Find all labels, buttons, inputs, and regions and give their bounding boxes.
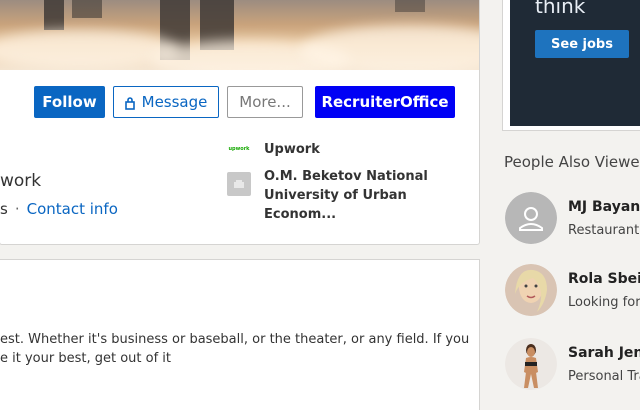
recruiter-office-button[interactable]: RecruiterOffice [315, 86, 455, 118]
person-subtitle: Personal Tra [568, 369, 640, 384]
person-name: Rola Sbeit [568, 271, 640, 287]
see-jobs-button[interactable]: See jobs [535, 30, 629, 58]
more-actions-button[interactable]: More... [227, 86, 303, 118]
ad-text: think [535, 0, 586, 18]
contact-info-link[interactable]: Contact info [27, 200, 118, 218]
school-name: O.M. Beketov National University of Urba… [264, 169, 428, 222]
ad-card [503, 0, 640, 130]
profile-banner-image [0, 0, 479, 70]
upwork-logo-icon: upwork [228, 146, 250, 152]
profile-photo-icon [505, 338, 557, 390]
about-summary-text: est. Whether it's business or baseball, … [0, 330, 469, 368]
about-line: est. Whether it's business or baseball, … [0, 332, 470, 347]
company-name: Upwork [264, 141, 320, 157]
education-school[interactable]: O.M. Beketov National University of Urba… [227, 167, 464, 224]
ad-background [510, 0, 640, 126]
message-button[interactable]: Message [113, 86, 219, 118]
person-subtitle: Looking for [568, 295, 640, 310]
avatar [505, 192, 557, 244]
profile-headline: work [0, 171, 42, 191]
school-logo-icon [227, 172, 251, 196]
separator-dot: · [14, 200, 20, 218]
profile-meta-row: s · Contact info [0, 200, 118, 218]
people-also-viewed-item[interactable]: MJ Bayani Restaurant S [505, 192, 640, 246]
avatar [505, 338, 557, 390]
message-button-label: Message [141, 93, 208, 111]
current-company[interactable]: upwork Upwork [227, 141, 320, 157]
avatar [505, 264, 557, 316]
lock-icon [124, 96, 135, 110]
people-also-viewed-heading: People Also Viewed [504, 153, 640, 171]
person-subtitle: Restaurant S [568, 223, 640, 238]
person-placeholder-icon [505, 192, 557, 244]
profile-photo-icon [505, 264, 557, 316]
about-line: e it your best, get out of it [0, 351, 171, 366]
connections-text: s [0, 200, 8, 218]
person-name: MJ Bayani [568, 199, 640, 215]
people-also-viewed-item[interactable]: Rola Sbeit Looking for [505, 264, 640, 318]
follow-button[interactable]: Follow [34, 86, 105, 118]
people-also-viewed-item[interactable]: Sarah Jenl Personal Tra [505, 338, 640, 392]
person-name: Sarah Jenl [568, 345, 640, 361]
profile-card: Follow Message More... RecruiterOffice w… [0, 0, 479, 244]
